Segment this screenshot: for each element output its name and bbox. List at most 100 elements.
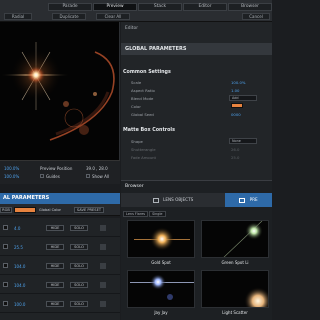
preview-position-value[interactable]: 39.0 , 28.0 (86, 166, 108, 171)
list-item[interactable]: 104.0 HIDE SOLO (0, 256, 120, 275)
guides-label: Guides (46, 174, 60, 179)
show-all-checkbox[interactable] (86, 174, 90, 178)
param-value[interactable]: 25.0 (231, 155, 239, 160)
global-color-label: Global Color (39, 208, 61, 212)
toolbar-buttons: Radial Duplicate Clear All Cancel (0, 13, 272, 21)
solo-button[interactable]: SOLO (70, 263, 88, 269)
tab-lens-objects-label: LENS OBJECTS (163, 197, 194, 202)
element-menu-icon[interactable] (100, 244, 106, 250)
visibility-checkbox[interactable] (3, 225, 8, 230)
hide-button[interactable]: HIDE (46, 301, 64, 307)
param-value[interactable]: 0000 (231, 112, 241, 117)
hide-button[interactable]: HIDE (46, 282, 64, 288)
presets-icon (239, 197, 246, 203)
guides-checkbox[interactable] (40, 174, 44, 178)
preset-thumb-green-spot[interactable] (201, 220, 269, 258)
element-menu-icon[interactable] (100, 301, 106, 307)
solo-button[interactable]: SOLO (70, 244, 88, 250)
tab-browser[interactable]: Browser (228, 3, 272, 11)
zoom-readout-2[interactable]: 100.0% (4, 174, 19, 179)
hide-button[interactable]: HIDE (46, 225, 64, 231)
tab-presets-label: PRE (249, 197, 258, 202)
param-aspect-ratio: Aspect Ratio 1.00 (121, 87, 272, 94)
top-bar: Parade Preview Stack Editor Browser Radi… (0, 0, 272, 22)
green-spot-preview (202, 221, 268, 257)
tab-parade[interactable]: Parade (48, 3, 92, 11)
preset-thumb-jay-jay[interactable] (127, 270, 195, 308)
tab-lens-objects[interactable]: LENS OBJECTS (121, 193, 225, 207)
light-scatter-preview (202, 271, 268, 307)
visibility-checkbox[interactable] (3, 301, 8, 306)
breadcrumb-lens-flares[interactable]: Lens Flares (123, 211, 149, 217)
shape-dropdown[interactable]: None (229, 138, 257, 144)
param-label: Aspect Ratio (131, 88, 155, 93)
visibility-checkbox[interactable] (3, 244, 8, 249)
common-settings-heading: Common Settings (123, 70, 171, 75)
preview-status-bar: 100.0% Preview Position 39.0 , 28.0 100.… (0, 160, 120, 184)
element-menu-icon[interactable] (100, 225, 106, 231)
param-scale: Scale 100.0% (121, 79, 272, 86)
color-swatch[interactable] (231, 103, 243, 108)
list-item[interactable]: 104.0 HIDE SOLO (0, 275, 120, 294)
element-value[interactable]: 104.0 (14, 283, 25, 288)
element-value[interactable]: 4.0 (14, 226, 20, 231)
param-fade-amount: Fade Amount 25.0 (121, 154, 272, 161)
flare-preview-canvas[interactable] (0, 22, 120, 160)
element-menu-icon[interactable] (100, 263, 106, 269)
param-label: Global Seed (131, 112, 154, 117)
lens-flare-render (0, 22, 119, 160)
browser-tabs: LENS OBJECTS PRE (121, 193, 272, 207)
list-item[interactable]: 100.0 HIDE SOLO (0, 294, 120, 313)
list-item[interactable]: 25.5 HIDE SOLO (0, 237, 120, 256)
hide-button[interactable]: HIDE (46, 263, 64, 269)
save-preset-button[interactable]: SAVE PRESET (74, 207, 104, 213)
global-color-swatch[interactable] (14, 207, 36, 213)
zoom-readout[interactable]: 100.0% (4, 166, 19, 171)
preset-label: Jay Jay (154, 310, 168, 315)
preset-thumb-light-scatter[interactable] (201, 270, 269, 308)
view-tabs: Parade Preview Stack Editor Browser (48, 3, 273, 11)
editor-panel: Editor GLOBAL PARAMETERS Common Settings… (121, 22, 272, 180)
cancel-button[interactable]: Cancel (242, 13, 270, 20)
param-color: Color (121, 103, 272, 110)
radial-button[interactable]: Radial (4, 13, 32, 20)
global-parameters-header: AL PARAMETERS (0, 193, 120, 204)
list-item[interactable]: 4.0 HIDE SOLO (0, 218, 120, 237)
preset-label: Light Scatter (222, 310, 248, 315)
tab-preview[interactable]: Preview (93, 3, 137, 11)
solo-button[interactable]: SOLO (70, 225, 88, 231)
visibility-checkbox[interactable] (3, 282, 8, 287)
solo-button[interactable]: SOLO (70, 301, 88, 307)
param-label: Shutterangle (131, 147, 156, 152)
breadcrumb-single[interactable]: Single (149, 211, 166, 217)
tab-presets[interactable]: PRE (225, 193, 272, 207)
preset-label: Green Spot Li (221, 260, 249, 265)
browser-panel: Browser LENS OBJECTS PRE Lens Flares Sin… (121, 180, 272, 320)
hide-button[interactable]: HIDE (46, 244, 64, 250)
breadcrumb: Lens Flares Single (123, 211, 167, 217)
editor-title: Editor (125, 26, 138, 31)
param-label: Fade Amount (131, 155, 157, 160)
element-value[interactable]: 25.5 (14, 245, 23, 250)
param-shape: Shape None (121, 138, 272, 145)
param-value[interactable]: 100.0% (231, 80, 245, 85)
element-menu-icon[interactable] (100, 282, 106, 288)
tab-editor[interactable]: Editor (183, 3, 227, 11)
param-value[interactable]: 1.00 (231, 88, 239, 93)
element-value[interactable]: 104.0 (14, 264, 25, 269)
element-value[interactable]: 100.0 (14, 302, 25, 307)
element-list: 4.0 HIDE SOLO 25.5 HIDE SOLO 104.0 HIDE … (0, 218, 120, 320)
param-value[interactable]: 26.0 (231, 147, 239, 152)
left-panel-toolbar: RGB Global Color SAVE PRESET (0, 204, 120, 216)
rgb-button[interactable]: RGB (0, 207, 12, 213)
browser-title: Browser (125, 184, 144, 189)
solo-button[interactable]: SOLO (70, 282, 88, 288)
clear-all-button[interactable]: Clear All (96, 13, 130, 20)
blend-mode-dropdown[interactable]: Add (229, 95, 257, 101)
tab-stack[interactable]: Stack (138, 3, 182, 11)
param-global-seed: Global Seed 0000 (121, 111, 272, 118)
preset-thumb-gold-spot[interactable] (127, 220, 195, 258)
param-blend-mode: Blend Mode Add (121, 95, 272, 102)
duplicate-button[interactable]: Duplicate (52, 13, 86, 20)
visibility-checkbox[interactable] (3, 263, 8, 268)
